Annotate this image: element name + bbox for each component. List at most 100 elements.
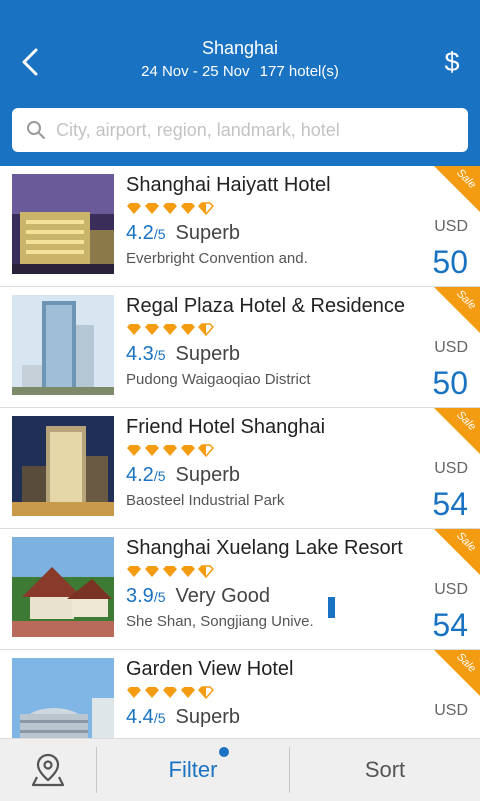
score-value: 4.2 <box>126 464 154 486</box>
score-out-of: /5 <box>153 589 166 605</box>
page-title: Shanghai <box>201 38 279 58</box>
rating-label: Superb <box>175 464 241 486</box>
half-diamond-icon <box>197 686 215 704</box>
score-value: 4.3 <box>126 343 154 365</box>
diamond-icon <box>180 444 196 462</box>
hotel-name: Shanghai Xuelang Lake Resort <box>126 537 403 559</box>
review-score: 4.3/5 Superb <box>126 343 240 366</box>
diamond-icon <box>180 323 196 341</box>
bottom-toolbar: Filter Sort <box>0 738 480 801</box>
price-currency: USD <box>434 702 468 719</box>
half-diamond-icon <box>197 323 215 341</box>
hotel-location: Everbright Convention and. <box>126 250 308 267</box>
chevron-left-icon <box>22 48 38 76</box>
hotel-location: Pudong Waigaoqiao District <box>126 371 311 388</box>
half-diamond-icon <box>197 202 215 220</box>
diamond-icon <box>126 323 142 341</box>
header-bar: Shanghai 24 Nov - 25 Nov 177 hotel(s) $ <box>0 0 480 166</box>
hotel-name: Shanghai Haiyatt Hotel <box>126 174 331 196</box>
diamond-icon <box>162 323 178 341</box>
hotel-card[interactable]: Shanghai Haiyatt Hotel 4.2/5 Superb Everbri… <box>0 166 480 287</box>
diamond-icon <box>144 686 160 704</box>
diamond-icon <box>162 686 178 704</box>
hotel-photo <box>12 174 114 274</box>
sale-badge: Sale <box>434 166 480 212</box>
hotel-card[interactable]: Shanghai Xuelang Lake Resort 3.9/5 Very Go… <box>0 529 480 650</box>
diamond-icon <box>126 686 142 704</box>
hotel-photo <box>12 658 114 738</box>
map-button[interactable] <box>0 739 96 801</box>
review-score: 4.2/5 Superb <box>126 464 240 487</box>
diamond-icon <box>162 202 178 220</box>
filter-button[interactable]: Filter <box>97 739 289 801</box>
diamond-icon <box>162 565 178 583</box>
hotel-card[interactable]: Friend Hotel Shanghai 4.2/5 Superb Baosteel… <box>0 408 480 529</box>
score-value: 3.9 <box>126 585 154 607</box>
date-range: 24 Nov - 25 Nov <box>141 63 250 80</box>
sort-button[interactable]: Sort <box>290 739 480 801</box>
score-value: 4.2 <box>126 222 154 244</box>
rating-label: Superb <box>175 343 241 365</box>
hotel-list[interactable]: Shanghai Haiyatt Hotel 4.2/5 Superb Everbri… <box>0 166 480 738</box>
price-value: 50 <box>432 244 468 280</box>
hotel-name: Friend Hotel Shanghai <box>126 416 326 438</box>
diamond-icon <box>126 202 142 220</box>
hotel-name: Regal Plaza Hotel & Residence <box>126 295 406 317</box>
diamond-icon <box>144 444 160 462</box>
rating-label: Superb <box>175 222 241 244</box>
search-input[interactable] <box>54 118 458 142</box>
sale-badge: Sale <box>434 287 480 333</box>
review-score: 4.2/5 Superb <box>126 222 240 245</box>
page-subtitle: 24 Nov - 25 Nov 177 hotel(s) <box>80 63 400 80</box>
score-out-of: /5 <box>153 347 166 363</box>
sale-badge: Sale <box>434 529 480 575</box>
map-pin-icon <box>31 753 65 787</box>
hotel-class-rating <box>126 565 215 583</box>
price-currency: USD <box>434 218 468 235</box>
score-out-of: /5 <box>153 226 166 242</box>
currency-button[interactable]: $ <box>432 40 472 84</box>
hotel-class-rating <box>126 202 215 220</box>
price-currency: USD <box>434 339 468 356</box>
hotel-photo <box>12 416 114 516</box>
hotel-photo <box>12 537 114 637</box>
review-score: 4.4/5 Superb <box>126 706 240 729</box>
hotel-location: Baosteel Industrial Park <box>126 492 285 509</box>
diamond-icon <box>162 444 178 462</box>
sale-badge: Sale <box>434 650 480 696</box>
score-out-of: /5 <box>153 468 166 484</box>
hotel-name: Garden View Hotel <box>126 658 294 680</box>
price-value: 50 <box>432 365 468 401</box>
hotel-card[interactable]: Regal Plaza Hotel & Residence 4.3/5 Superb… <box>0 287 480 408</box>
hotel-class-rating <box>126 444 215 462</box>
score-out-of: /5 <box>153 710 166 726</box>
hotel-count: 177 hotel(s) <box>259 63 339 80</box>
search-icon <box>27 121 45 139</box>
back-button[interactable] <box>10 40 50 84</box>
sale-badge: Sale <box>434 408 480 454</box>
half-diamond-icon <box>197 444 215 462</box>
search-bar[interactable] <box>12 108 468 152</box>
hotel-location: She Shan, Songjiang Unive. <box>126 613 314 630</box>
diamond-icon <box>126 565 142 583</box>
hotel-class-rating <box>126 686 215 704</box>
hotel-photo <box>12 295 114 395</box>
price-value: 54 <box>432 607 468 643</box>
price-currency: USD <box>434 460 468 477</box>
hotel-card[interactable]: Garden View Hotel 4.4/5 Superb USD Sale <box>0 650 480 738</box>
scroll-marker <box>328 597 335 618</box>
diamond-icon <box>180 686 196 704</box>
diamond-icon <box>180 565 196 583</box>
diamond-icon <box>144 202 160 220</box>
diamond-icon <box>126 444 142 462</box>
score-value: 4.4 <box>126 706 154 728</box>
rating-label: Very Good <box>175 585 271 607</box>
diamond-icon <box>144 565 160 583</box>
rating-label: Superb <box>175 706 241 728</box>
diamond-icon <box>180 202 196 220</box>
hotel-class-rating <box>126 323 215 341</box>
review-score: 3.9/5 Very Good <box>126 585 270 608</box>
price-value: 54 <box>432 486 468 522</box>
diamond-icon <box>144 323 160 341</box>
half-diamond-icon <box>197 565 215 583</box>
